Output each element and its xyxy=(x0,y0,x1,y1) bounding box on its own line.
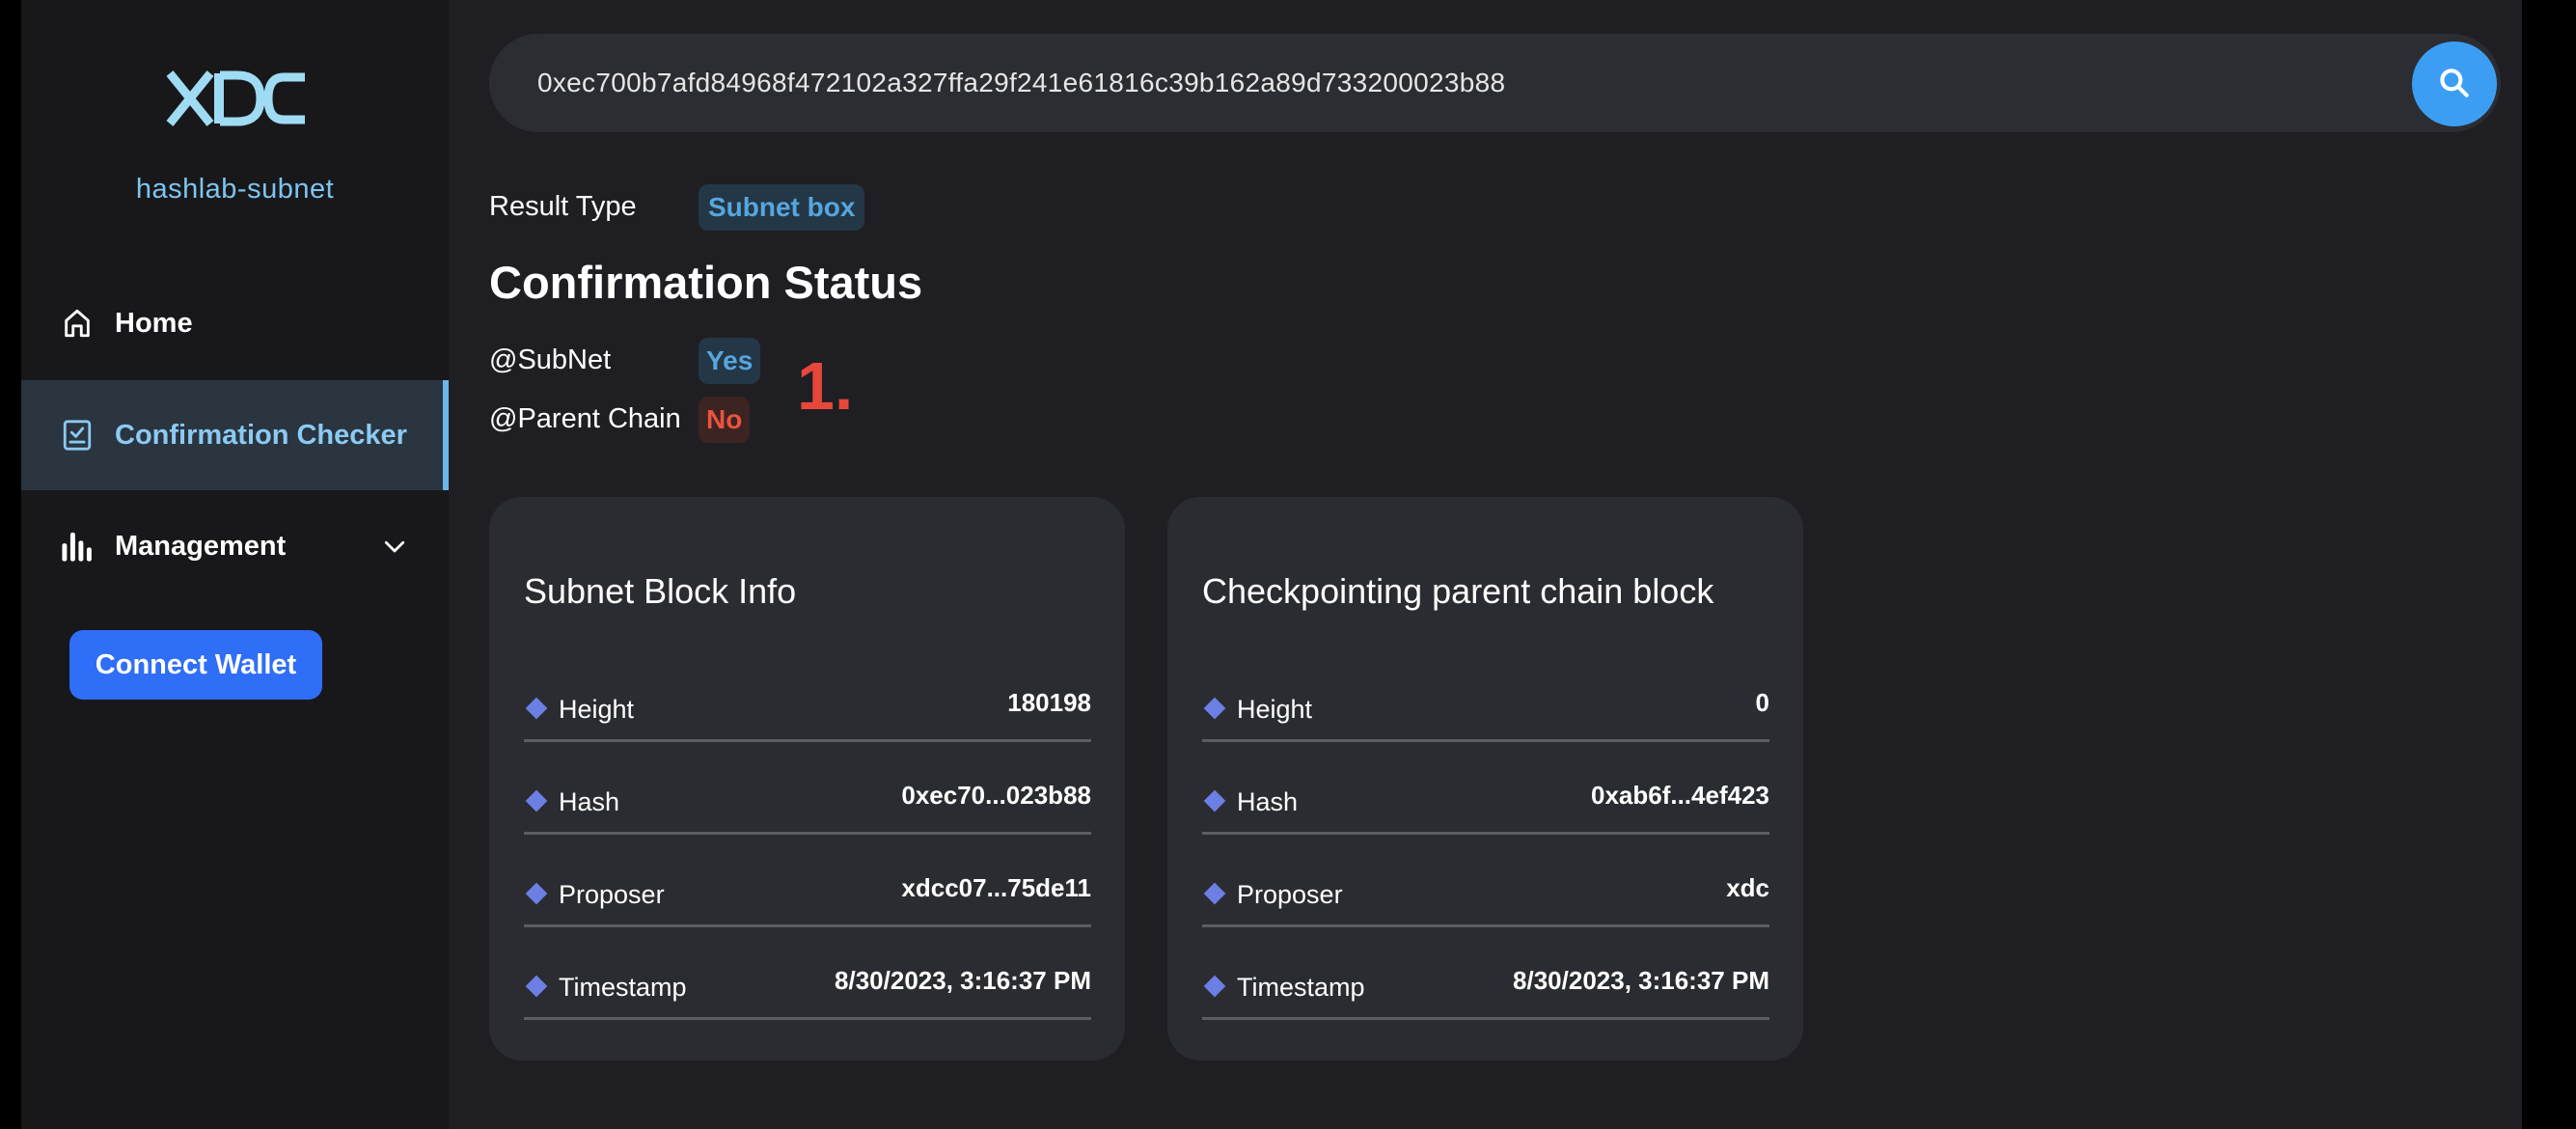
row-value: 8/30/2023, 3:16:37 PM xyxy=(835,966,1091,995)
search-bar xyxy=(489,34,2501,132)
info-row-hash: Hash 0xab6f...4ef423 xyxy=(1202,742,1769,835)
xdc-logo[interactable] xyxy=(164,69,309,127)
checklist-icon xyxy=(60,418,95,453)
sidebar: hashlab-subnet Home Confirmation Checker xyxy=(21,0,449,1129)
chevron-down-icon[interactable] xyxy=(380,532,409,561)
diamond-icon xyxy=(525,789,548,812)
row-value: 0 xyxy=(1755,688,1769,717)
info-row-timestamp: Timestamp 8/30/2023, 3:16:37 PM xyxy=(524,927,1091,1020)
diamond-icon xyxy=(525,697,548,720)
page-title: Confirmation Status xyxy=(489,257,923,308)
app-window: hashlab-subnet Home Confirmation Checker xyxy=(21,0,2522,1129)
row-value: 180198 xyxy=(1007,688,1091,717)
row-label: Timestamp xyxy=(1237,973,1365,1002)
info-row-proposer: Proposer xdcc07...75de11 xyxy=(524,835,1091,927)
row-value: 0xab6f...4ef423 xyxy=(1590,781,1769,810)
row-value: 8/30/2023, 3:16:37 PM xyxy=(1513,966,1769,995)
parent-chain-status-badge: No xyxy=(699,397,751,443)
row-label: Height xyxy=(559,695,635,724)
subnet-status-badge: Yes xyxy=(699,338,761,384)
sidebar-item-confirmation-checker[interactable]: Confirmation Checker xyxy=(21,380,449,490)
row-value: xdc xyxy=(1726,873,1769,902)
diamond-icon xyxy=(525,882,548,905)
info-row-timestamp: Timestamp 8/30/2023, 3:16:37 PM xyxy=(1202,927,1769,1020)
connect-wallet-button[interactable]: Connect Wallet xyxy=(69,630,322,700)
info-row-height: Height 0 xyxy=(1202,649,1769,742)
subnet-status-label: @SubNet xyxy=(489,344,612,375)
bar-chart-icon xyxy=(60,529,95,564)
network-name: hashlab-subnet xyxy=(135,174,335,205)
info-row-proposer: Proposer xdc xyxy=(1202,835,1769,927)
row-label: Proposer xyxy=(1237,880,1343,909)
row-value: 0xec70...023b88 xyxy=(901,781,1091,810)
info-row-hash: Hash 0xec70...023b88 xyxy=(524,742,1091,835)
sidebar-item-label: Management xyxy=(115,530,287,562)
row-label: Hash xyxy=(559,787,620,816)
info-row-height: Height 180198 xyxy=(524,649,1091,742)
card-title: Checkpointing parent chain block xyxy=(1202,571,1714,611)
row-value: xdcc07...75de11 xyxy=(901,873,1091,902)
parent-chain-status-label: @Parent Chain xyxy=(489,403,681,434)
diamond-icon xyxy=(525,975,548,998)
sidebar-item-management[interactable]: Management xyxy=(21,491,449,601)
home-icon xyxy=(60,306,95,341)
diamond-icon xyxy=(1203,882,1226,905)
result-type-label: Result Type xyxy=(489,191,637,222)
card-title: Subnet Block Info xyxy=(524,571,797,611)
sidebar-item-home[interactable]: Home xyxy=(21,268,449,378)
annotation-1: 1. xyxy=(797,348,854,424)
diamond-icon xyxy=(1203,697,1226,720)
search-button[interactable] xyxy=(2412,41,2497,126)
search-input[interactable] xyxy=(537,34,2370,132)
diamond-icon xyxy=(1203,975,1226,998)
result-type-badge: Subnet box xyxy=(699,184,865,231)
diamond-icon xyxy=(1203,789,1226,812)
row-label: Hash xyxy=(1237,787,1299,816)
row-label: Proposer xyxy=(559,880,665,909)
sidebar-item-label: Home xyxy=(115,307,193,339)
sidebar-item-label: Confirmation Checker xyxy=(115,419,407,451)
search-icon xyxy=(2436,65,2473,104)
row-label: Height xyxy=(1237,695,1313,724)
row-label: Timestamp xyxy=(559,973,687,1002)
